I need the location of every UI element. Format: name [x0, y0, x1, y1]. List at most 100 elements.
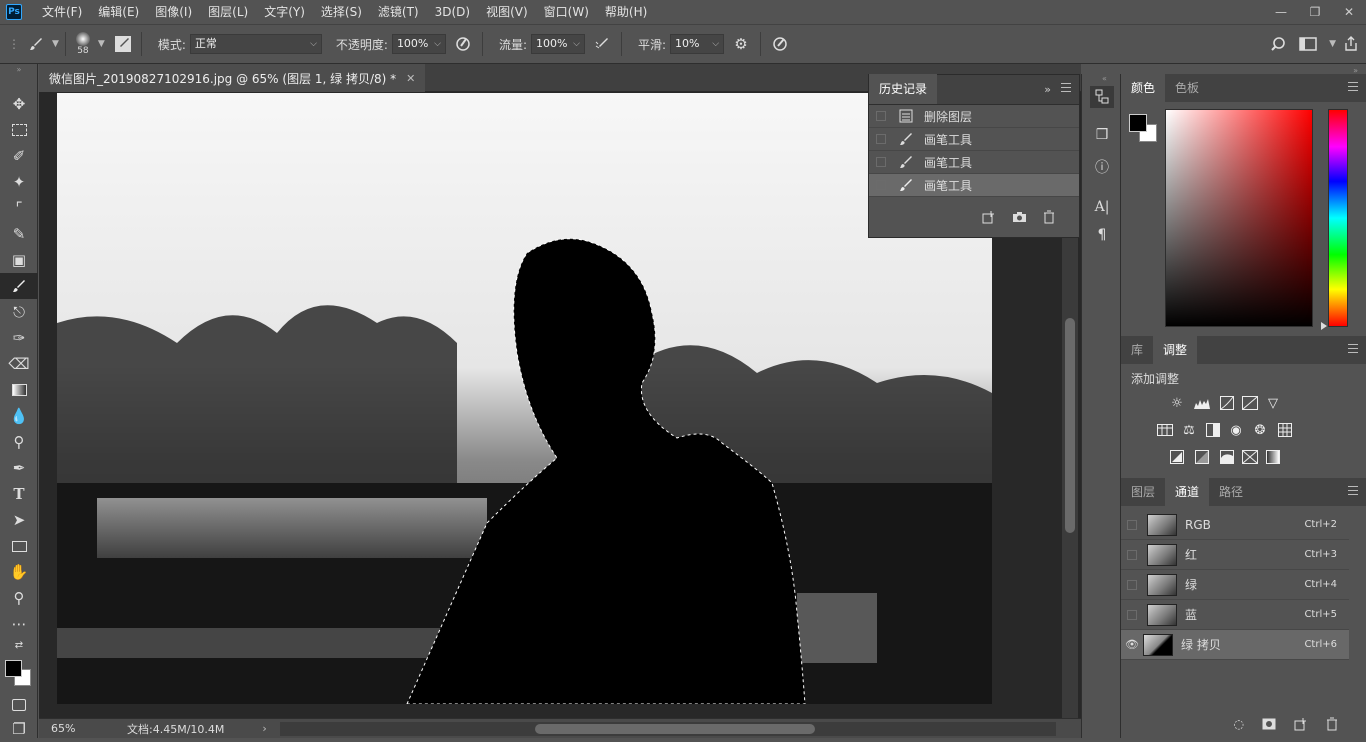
- history-checkbox[interactable]: [876, 180, 886, 190]
- photo-filter-icon[interactable]: ◉: [1227, 422, 1245, 438]
- menu-edit[interactable]: 编辑(E): [90, 0, 147, 24]
- history-checkbox[interactable]: [876, 134, 886, 144]
- healing-brush-tool-icon[interactable]: ▣: [0, 247, 38, 273]
- scroll-thumb[interactable]: [535, 724, 815, 734]
- menu-3d[interactable]: 3D(D): [427, 0, 478, 24]
- dodge-tool-icon[interactable]: ⚲: [0, 429, 38, 455]
- black-white-icon[interactable]: [1204, 422, 1222, 438]
- posterize-icon[interactable]: [1193, 449, 1211, 465]
- document-tab[interactable]: 微信图片_20190827102916.jpg @ 65% (图层 1, 绿 拷…: [39, 64, 426, 92]
- camera-icon[interactable]: [1012, 211, 1027, 223]
- crop-tool-icon[interactable]: ⌜: [0, 195, 38, 221]
- tab-adjustments[interactable]: 调整: [1153, 336, 1198, 364]
- tab-libraries[interactable]: 库: [1121, 336, 1153, 364]
- channel-row-green-copy[interactable]: 👁 绿 拷贝 Ctrl+6: [1121, 630, 1349, 660]
- menu-filter[interactable]: 滤镜(T): [370, 0, 427, 24]
- pressure-size-icon[interactable]: [767, 36, 793, 52]
- opacity-input[interactable]: 100% ⌵: [391, 34, 446, 54]
- rectangle-tool-icon[interactable]: [0, 533, 38, 559]
- zoom-level[interactable]: 65%: [51, 722, 103, 735]
- marquee-tool-icon[interactable]: [0, 117, 38, 143]
- menu-type[interactable]: 文字(Y): [256, 0, 313, 24]
- paragraph-panel-icon[interactable]: ¶: [1090, 224, 1114, 246]
- swap-colors-icon[interactable]: ⇄: [0, 637, 38, 653]
- 3d-icon[interactable]: ❒: [1090, 124, 1114, 146]
- image-canvas[interactable]: [57, 93, 992, 704]
- share-icon[interactable]: [1336, 36, 1366, 52]
- quick-mask-icon[interactable]: [0, 692, 38, 718]
- hand-tool-icon[interactable]: ✋: [0, 559, 38, 585]
- brush-settings-panel-icon[interactable]: [111, 35, 135, 53]
- restore-icon[interactable]: ❐: [1298, 0, 1332, 24]
- character-panel-icon[interactable]: A|: [1090, 196, 1114, 218]
- menu-file[interactable]: 文件(F): [34, 0, 90, 24]
- brush-tool-preset-icon[interactable]: [24, 36, 48, 52]
- visibility-toggle[interactable]: [1127, 609, 1137, 620]
- history-brush-tool-icon[interactable]: ✑: [0, 325, 38, 351]
- visibility-toggle[interactable]: [1127, 519, 1137, 530]
- smoothing-input[interactable]: 10% ⌵: [670, 34, 725, 54]
- close-icon[interactable]: ✕: [1332, 0, 1366, 24]
- tab-channels[interactable]: 通道: [1165, 478, 1210, 506]
- menu-layer[interactable]: 图层(L): [200, 0, 256, 24]
- gear-icon[interactable]: ⚙: [728, 35, 754, 53]
- screen-mode-icon[interactable]: ❐: [0, 716, 38, 742]
- channel-mixer-icon[interactable]: ❂: [1251, 422, 1269, 438]
- panel-menu-icon[interactable]: [1348, 82, 1358, 91]
- pressure-opacity-icon[interactable]: [450, 36, 476, 52]
- chevron-down-icon[interactable]: ▼: [98, 39, 105, 49]
- mode-select[interactable]: 正常 ⌵: [189, 34, 322, 54]
- menu-select[interactable]: 选择(S): [313, 0, 370, 24]
- brush-tool-icon[interactable]: [0, 273, 38, 299]
- history-panel-icon[interactable]: [1090, 86, 1114, 108]
- menu-window[interactable]: 窗口(W): [536, 0, 597, 24]
- channel-row-rgb[interactable]: RGB Ctrl+2: [1121, 510, 1349, 540]
- tab-swatches[interactable]: 色板: [1165, 74, 1209, 102]
- collapse-icon[interactable]: «: [1102, 74, 1107, 83]
- color-balance-icon[interactable]: ⚖: [1180, 422, 1198, 438]
- menu-view[interactable]: 视图(V): [478, 0, 536, 24]
- foreground-color-swatch[interactable]: [5, 660, 22, 677]
- hue-saturation-icon[interactable]: [1156, 422, 1174, 438]
- info-icon[interactable]: ⓘ: [1090, 156, 1114, 178]
- vibrance-icon[interactable]: ▽: [1264, 395, 1282, 411]
- menu-help[interactable]: 帮助(H): [597, 0, 655, 24]
- brightness-contrast-icon[interactable]: ☼: [1168, 395, 1186, 411]
- channel-row-blue[interactable]: 蓝 Ctrl+5: [1121, 600, 1349, 630]
- close-icon[interactable]: ✕: [406, 72, 415, 85]
- channel-row-green[interactable]: 绿 Ctrl+4: [1121, 570, 1349, 600]
- chevron-right-icon[interactable]: ›: [262, 722, 266, 735]
- hue-slider[interactable]: [1328, 109, 1348, 327]
- tab-paths[interactable]: 路径: [1209, 478, 1253, 506]
- chevron-down-icon[interactable]: ▼: [1329, 39, 1336, 49]
- color-picker-field[interactable]: [1165, 109, 1313, 327]
- foreground-color-swatch[interactable]: [1129, 114, 1147, 132]
- visibility-toggle[interactable]: [1127, 549, 1137, 560]
- save-selection-icon[interactable]: [1262, 718, 1276, 730]
- trash-icon[interactable]: [1326, 717, 1338, 731]
- eraser-tool-icon[interactable]: ⌫: [0, 351, 38, 377]
- channel-row-red[interactable]: 红 Ctrl+3: [1121, 540, 1349, 570]
- panel-menu-icon[interactable]: [1061, 83, 1071, 92]
- scroll-thumb[interactable]: [1065, 318, 1075, 533]
- clone-stamp-tool-icon[interactable]: ⎋: [0, 299, 38, 325]
- flow-input[interactable]: 100% ⌵: [530, 34, 585, 54]
- hue-slider-marker[interactable]: [1321, 322, 1327, 330]
- chevron-down-icon[interactable]: ▼: [52, 39, 59, 49]
- gradient-map-icon[interactable]: [1264, 449, 1282, 465]
- workspace-icon[interactable]: [1291, 37, 1325, 51]
- expand-icon[interactable]: »: [1044, 83, 1051, 96]
- menu-image[interactable]: 图像(I): [147, 0, 200, 24]
- search-icon[interactable]: [1265, 36, 1291, 52]
- zoom-tool-icon[interactable]: ⚲: [0, 585, 38, 611]
- tab-color[interactable]: 颜色: [1121, 74, 1166, 102]
- move-tool-icon[interactable]: ✥: [0, 91, 38, 117]
- type-tool-icon[interactable]: T: [0, 481, 38, 507]
- panel-menu-icon[interactable]: [1348, 486, 1358, 495]
- selective-color-icon[interactable]: [1241, 449, 1259, 465]
- history-item[interactable]: 删除图层: [869, 105, 1079, 128]
- path-selection-tool-icon[interactable]: ➤: [0, 507, 38, 533]
- history-checkbox[interactable]: [876, 157, 886, 167]
- eye-icon[interactable]: 👁: [1121, 638, 1143, 651]
- history-item[interactable]: 画笔工具: [869, 151, 1079, 174]
